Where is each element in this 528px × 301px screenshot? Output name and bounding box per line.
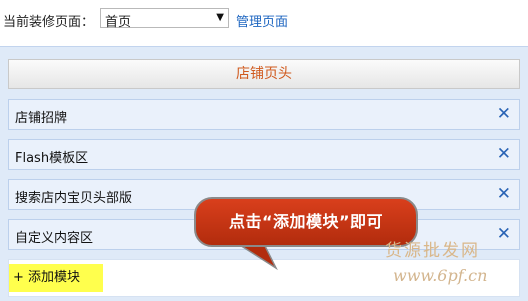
module-name: 搜索店内宝贝头部版 bbox=[15, 191, 133, 206]
page-selector-bar: 当前装修页面： 首页 ▼ 管理页面 bbox=[0, 6, 528, 30]
page-select-dropdown[interactable]: 首页 ▼ bbox=[100, 8, 229, 30]
manage-pages-link[interactable]: 管理页面 bbox=[236, 11, 288, 30]
close-icon[interactable]: ✕ bbox=[497, 224, 511, 244]
current-page-label: 当前装修页面： bbox=[3, 15, 95, 30]
module-name: Flash模板区 bbox=[15, 151, 89, 166]
module-name: 店铺招牌 bbox=[15, 111, 68, 126]
close-icon[interactable]: ✕ bbox=[497, 144, 511, 164]
chevron-down-icon: ▼ bbox=[216, 12, 224, 23]
add-module-button[interactable]: + 添加模块 bbox=[9, 264, 103, 292]
close-icon[interactable]: ✕ bbox=[497, 184, 511, 204]
add-module-area: + 添加模块 bbox=[8, 259, 520, 297]
layout-panel: 店铺页头 店铺招牌 ✕ Flash模板区 ✕ 搜索店内宝贝头部版 ✕ 自定义内容… bbox=[0, 46, 528, 301]
selected-page-value: 首页 bbox=[105, 15, 132, 30]
module-shop-sign[interactable]: 店铺招牌 ✕ bbox=[8, 99, 520, 130]
close-icon[interactable]: ✕ bbox=[497, 104, 511, 124]
module-flash-template[interactable]: Flash模板区 ✕ bbox=[8, 139, 520, 170]
shop-header-section[interactable]: 店铺页头 bbox=[8, 59, 520, 89]
module-name: 自定义内容区 bbox=[15, 231, 94, 246]
instruction-callout: 点击“添加模块”即可 bbox=[194, 197, 418, 247]
